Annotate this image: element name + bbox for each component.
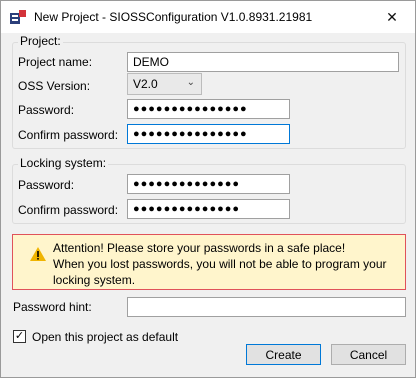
close-button[interactable]: ✕ bbox=[369, 1, 415, 33]
window-title: New Project - SIOSSConfiguration V1.0.89… bbox=[34, 10, 313, 24]
warning-text: Attention! Please store your passwords i… bbox=[53, 240, 398, 288]
project-confirm-password-label: Confirm password: bbox=[18, 128, 119, 142]
locking-password-label: Password: bbox=[18, 178, 75, 192]
close-icon: ✕ bbox=[386, 8, 398, 25]
password-warning-banner: Attention! Please store your passwords i… bbox=[12, 234, 406, 290]
locking-confirm-password-input[interactable]: ●●●●●●●●●●●●●● bbox=[127, 199, 290, 219]
locking-system-legend: Locking system: bbox=[18, 156, 109, 170]
password-hint-label: Password hint: bbox=[13, 300, 92, 314]
locking-confirm-password-label: Confirm password: bbox=[18, 203, 119, 217]
create-button[interactable]: Create bbox=[246, 344, 321, 365]
checkmark-icon: ✓ bbox=[14, 330, 25, 342]
title-bar: New Project - SIOSSConfiguration V1.0.89… bbox=[1, 1, 415, 33]
warning-line-1: Attention! Please store your passwords i… bbox=[53, 241, 346, 255]
project-group-legend: Project: bbox=[18, 34, 63, 48]
cancel-button[interactable]: Cancel bbox=[331, 344, 406, 365]
project-name-input[interactable]: DEMO bbox=[127, 52, 399, 72]
locking-password-input[interactable]: ●●●●●●●●●●●●●● bbox=[127, 174, 290, 194]
oss-version-select[interactable]: V2.0 ⌄ bbox=[127, 73, 202, 95]
password-hint-input[interactable] bbox=[127, 297, 406, 317]
warning-icon bbox=[30, 247, 46, 261]
open-as-default-checkbox[interactable]: ✓ bbox=[13, 330, 26, 343]
project-password-input[interactable]: ●●●●●●●●●●●●●●● bbox=[127, 99, 290, 119]
project-confirm-password-input[interactable]: ●●●●●●●●●●●●●●● bbox=[127, 124, 290, 144]
project-name-label: Project name: bbox=[18, 55, 93, 69]
open-as-default-label[interactable]: Open this project as default bbox=[32, 330, 178, 344]
oss-version-value: V2.0 bbox=[133, 77, 158, 91]
app-icon bbox=[10, 10, 26, 24]
project-password-label: Password: bbox=[18, 103, 75, 117]
chevron-down-icon: ⌄ bbox=[186, 77, 195, 88]
oss-version-label: OSS Version: bbox=[18, 79, 91, 93]
new-project-dialog: New Project - SIOSSConfiguration V1.0.89… bbox=[0, 0, 416, 378]
warning-line-2: When you lost passwords, you will not be… bbox=[53, 257, 387, 287]
